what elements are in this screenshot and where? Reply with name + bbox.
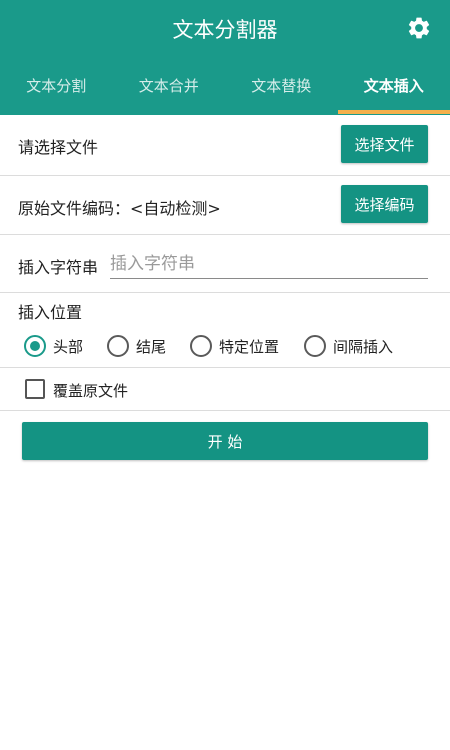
app-bar: 文本分割器 文本分割 文本合并 文本替换 文本插入: [0, 0, 450, 115]
radio-label: 特定位置: [219, 338, 280, 356]
tab-merge[interactable]: 文本合并: [113, 62, 226, 112]
insert-string-input[interactable]: [110, 250, 428, 278]
radio-unchecked-icon: [304, 335, 326, 357]
divider: [0, 410, 450, 411]
radio-label: 结尾: [136, 338, 167, 356]
radio-label: 间隔插入: [333, 338, 394, 356]
divider: [0, 234, 450, 235]
select-file-button[interactable]: 选择文件: [341, 125, 428, 163]
radio-unchecked-icon: [107, 335, 129, 357]
gear-icon[interactable]: [406, 15, 432, 41]
select-encoding-button[interactable]: 选择编码: [341, 185, 428, 223]
insert-string-label: 插入字符串: [18, 258, 99, 277]
file-label: 请选择文件: [18, 138, 99, 157]
divider: [0, 292, 450, 293]
radio-label: 头部: [53, 338, 84, 356]
overwrite-checkbox[interactable]: [25, 379, 45, 399]
tab-indicator: [338, 110, 450, 114]
tab-bar: 文本分割 文本合并 文本替换 文本插入: [0, 62, 450, 112]
position-label: 插入位置: [18, 303, 83, 322]
insert-string-field-wrap: [110, 250, 428, 279]
tab-insert[interactable]: 文本插入: [338, 62, 450, 112]
tab-split[interactable]: 文本分割: [0, 62, 113, 112]
encoding-label: 原始文件编码：<自动检测>: [18, 199, 221, 218]
overwrite-label: 覆盖原文件: [53, 382, 129, 400]
app-title: 文本分割器: [172, 18, 278, 42]
divider: [0, 175, 450, 176]
tab-replace[interactable]: 文本替换: [225, 62, 338, 112]
divider: [0, 367, 450, 368]
start-button[interactable]: 开 始: [22, 422, 428, 460]
radio-unchecked-icon: [190, 335, 212, 357]
radio-checked-icon: [24, 335, 46, 357]
